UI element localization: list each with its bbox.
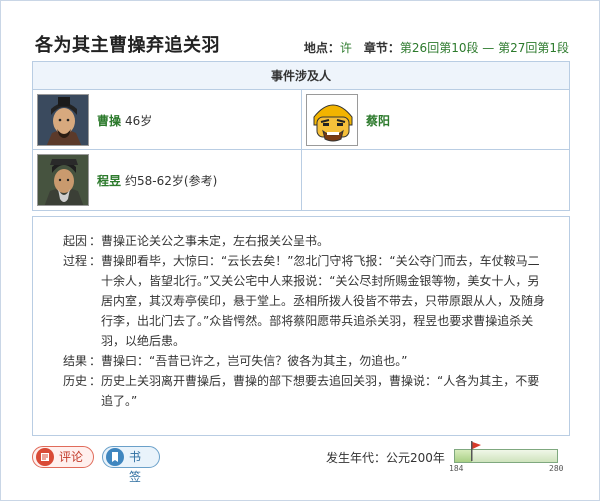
people-table: 事件涉及人 曹操 46岁 蔡阳 程昱 约58-62岁(参考) (32, 61, 570, 211)
timeline-min-label: 184 (449, 464, 464, 473)
chapter-value[interactable]: 第26回第10段 — 第27回第1段 (400, 41, 569, 55)
bookmark-label: 书签 (129, 450, 142, 484)
event-meta: 地点：许 章节：第26回第10段 — 第27回第1段 (304, 39, 569, 56)
story-row-process: 过程：曹操即看毕，大惊曰：“云长去矣！”忽北门守将飞报：“关公夺门而去，车仗鞍马… (47, 251, 547, 351)
story-row-cause: 起因：曹操正论关公之事未定，左右报关公呈书。 (47, 231, 547, 251)
story-colon: ： (89, 354, 102, 368)
story-text: 曹操正论关公之事未定，左右报关公呈书。 (101, 234, 330, 248)
person-link-cai-yang[interactable]: 蔡阳 (366, 114, 390, 128)
person-name-line: 蔡阳 (366, 112, 394, 129)
person-age: 约58-62岁(参考) (125, 174, 218, 188)
person-cell-cheng-yu: 程昱 约58-62岁(参考) (33, 150, 302, 210)
people-table-heading: 事件涉及人 (33, 62, 569, 90)
bookmark-button[interactable]: 书签 (102, 446, 160, 484)
people-row: 曹操 46岁 蔡阳 (33, 90, 569, 150)
event-story: 起因：曹操正论关公之事未定，左右报关公呈书。 过程：曹操即看毕，大惊曰：“云长去… (32, 216, 570, 436)
person-link-cheng-yu[interactable]: 程昱 (97, 174, 121, 188)
location-label: 地点： (303, 41, 340, 55)
person-age: 46岁 (125, 114, 153, 128)
story-row-result: 结果：曹操曰：“吾昔已许之，岂可失信？彼各为其主，勿追也。” (47, 351, 547, 371)
person-link-cao-cao[interactable]: 曹操 (97, 114, 121, 128)
cheng-yu-portrait-icon[interactable] (37, 154, 89, 206)
person-cell-cai-yang: 蔡阳 (302, 90, 569, 150)
comment-icon (36, 448, 54, 466)
person-cell-empty (302, 150, 569, 210)
story-text: 曹操曰：“吾昔已许之，岂可失信？彼各为其主，勿追也。” (101, 354, 408, 368)
story-colon: ： (89, 234, 102, 248)
timeline-flag-icon[interactable] (470, 441, 482, 461)
cao-cao-portrait-icon[interactable] (37, 94, 89, 146)
timeline-max-label: 280 (549, 464, 564, 473)
story-text: 历史上关羽离开曹操后，曹操的部下想要去追回关羽，曹操说：“人各为其主，不要追了。… (101, 374, 540, 408)
page-title: 各为其主曹操弃追关羽 (35, 35, 220, 56)
comment-button[interactable]: 评论 (32, 446, 94, 468)
story-row-history: 历史：历史上关羽离开曹操后，曹操的部下想要去追回关羽，曹操说：“人各为其主，不要… (47, 371, 547, 411)
event-page: 各为其主曹操弃追关羽 地点：许 章节：第26回第10段 — 第27回第1段 事件涉… (0, 0, 600, 501)
location-value[interactable]: 许 (340, 41, 352, 55)
timeline-slider[interactable] (454, 441, 558, 463)
story-text: 曹操即看毕，大惊曰：“云长去矣！”忽北门守将飞报：“关公夺门而去，车仗鞍马二十余… (101, 254, 546, 348)
people-row: 程昱 约58-62岁(参考) (33, 150, 569, 210)
story-colon: ： (89, 374, 102, 388)
person-name-line: 程昱 约58-62岁(参考) (97, 172, 217, 189)
story-key: 结果 (62, 354, 87, 368)
era-label: 发生年代：公元200年 (326, 451, 445, 465)
story-key: 起因 (62, 234, 87, 248)
comment-label: 评论 (59, 450, 84, 464)
story-key: 历史 (62, 374, 87, 388)
story-key: 过程 (62, 254, 87, 268)
person-cell-cao-cao: 曹操 46岁 (33, 90, 302, 150)
person-name-line: 曹操 46岁 (97, 112, 152, 129)
cai-yang-portrait-icon[interactable] (306, 94, 358, 146)
story-colon: ： (89, 254, 102, 268)
chapter-label: 章节： (363, 41, 400, 55)
bookmark-icon (106, 448, 124, 466)
